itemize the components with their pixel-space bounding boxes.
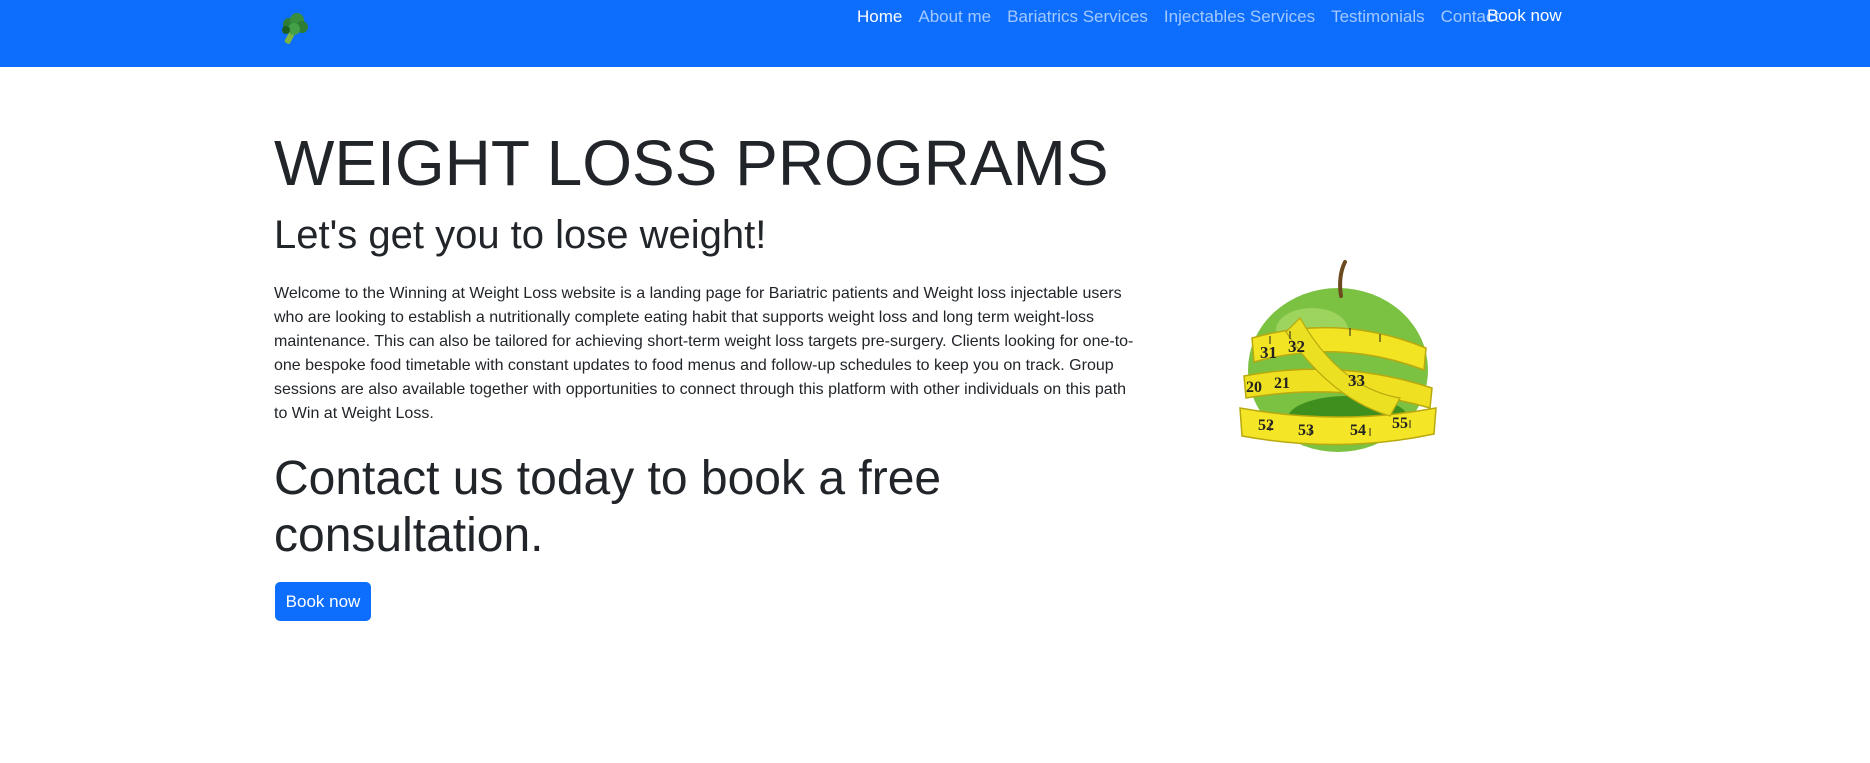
nav-link-about-me[interactable]: About me xyxy=(918,7,991,27)
cta-heading: Contact us today to book a free consulta… xyxy=(274,452,942,562)
tape-number: 21 xyxy=(1274,375,1290,392)
tape-number: 31 xyxy=(1260,343,1277,362)
book-now-button[interactable]: Book now xyxy=(275,582,371,621)
nav-book-now-link[interactable]: Book now xyxy=(1487,0,1562,32)
navbar: Home About me Bariatrics Services Inject… xyxy=(0,0,1870,67)
page-subtitle: Let's get you to lose weight! xyxy=(274,213,767,257)
nav-link-bariatrics-services[interactable]: Bariatrics Services xyxy=(1007,7,1148,27)
apple-measuring-tape-image: 31 32 33 20 21 52 53 54 55 xyxy=(1239,260,1437,452)
nav-link-testimonials[interactable]: Testimonials xyxy=(1331,7,1425,27)
nav-menu: Home About me Bariatrics Services Inject… xyxy=(857,0,1515,34)
tape-number: 20 xyxy=(1246,379,1262,396)
intro-paragraph: Welcome to the Winning at Weight Loss we… xyxy=(274,285,1134,422)
nav-link-home[interactable]: Home xyxy=(857,7,902,27)
broccoli-icon[interactable] xyxy=(275,10,313,48)
tape-number: 32 xyxy=(1288,337,1305,356)
tape-number: 55 xyxy=(1392,415,1408,432)
nav-link-injectables-services[interactable]: Injectables Services xyxy=(1164,7,1315,27)
tape-number: 52 xyxy=(1258,417,1274,434)
tape-number: 33 xyxy=(1348,371,1365,390)
tape-number: 53 xyxy=(1298,422,1314,439)
tape-number: 54 xyxy=(1350,422,1366,439)
page-title: WEIGHT LOSS PROGRAMS xyxy=(274,127,1109,199)
